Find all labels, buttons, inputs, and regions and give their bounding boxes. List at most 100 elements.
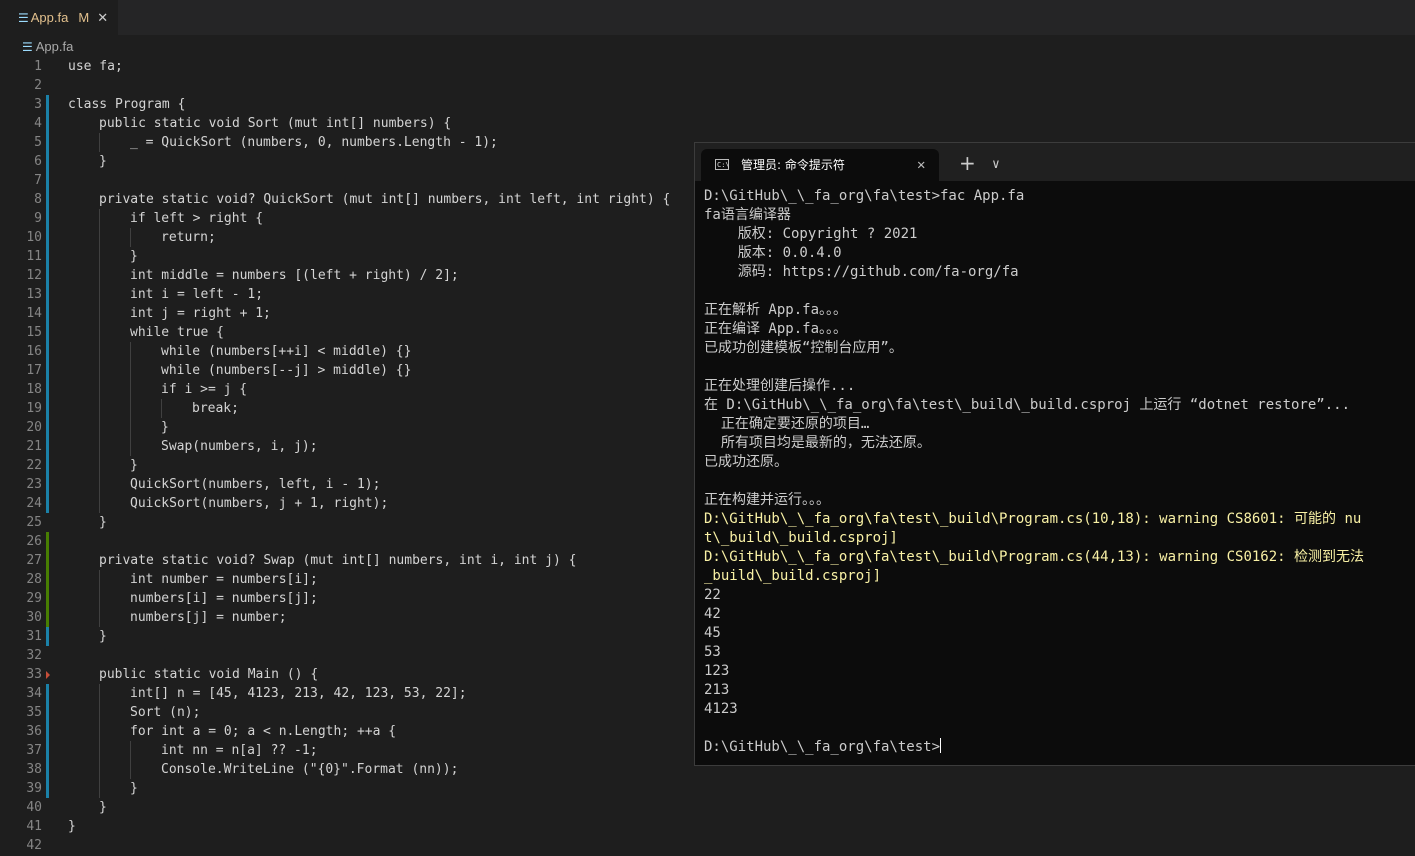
code-text: numbers[j] = number; [130, 610, 287, 625]
gutter-deleted-marker[interactable] [46, 671, 50, 679]
gutter-modified-marker[interactable] [46, 779, 49, 798]
code-line[interactable]: 2 [0, 76, 1415, 95]
line-number: 17 [26, 363, 42, 378]
indent-guide [99, 133, 100, 152]
gutter-modified-marker[interactable] [46, 380, 49, 399]
line-number: 24 [26, 496, 42, 511]
indent-guide [99, 209, 100, 228]
file-lines-icon: ☰ [22, 40, 33, 54]
code-text: Sort (n); [130, 705, 201, 720]
gutter-modified-marker[interactable] [46, 266, 49, 285]
terminal-window[interactable]: C:\ 管理员: 命令提示符 ✕ + ∨ D:\GitHub\_\_fa_org… [694, 142, 1415, 766]
line-number: 40 [26, 800, 42, 815]
terminal-warning-line: D:\GitHub\_\_fa_org\fa\test\_build\Progr… [704, 549, 1365, 565]
terminal-tab[interactable]: C:\ 管理员: 命令提示符 ✕ [701, 149, 939, 181]
code-text: while (numbers[++i] < middle) {} [161, 344, 412, 359]
gutter-modified-marker[interactable] [46, 152, 49, 171]
gutter-modified-marker[interactable] [46, 684, 49, 703]
gutter-added-marker[interactable] [46, 570, 49, 589]
code-text: int[] n = [45, 4123, 213, 42, 123, 53, 2… [130, 686, 467, 701]
gutter-modified-marker[interactable] [46, 627, 49, 646]
gutter-modified-marker[interactable] [46, 247, 49, 266]
gutter-modified-marker[interactable] [46, 114, 49, 133]
code-text: int j = right + 1; [130, 306, 271, 321]
line-number: 18 [26, 382, 42, 397]
gutter-modified-marker[interactable] [46, 760, 49, 779]
gutter-modified-marker[interactable] [46, 475, 49, 494]
indent-guide [130, 342, 131, 361]
code-text: if left > right { [130, 211, 264, 226]
gutter-modified-marker[interactable] [46, 285, 49, 304]
code-line[interactable]: 1 use fa; [0, 57, 1415, 76]
gutter-added-marker[interactable] [46, 551, 49, 570]
gutter-modified-marker[interactable] [46, 95, 49, 114]
code-line[interactable]: 40} [0, 798, 1415, 817]
line-number: 12 [26, 268, 42, 283]
indent-guide [99, 494, 100, 513]
terminal-line: 已成功还原。 [704, 454, 788, 470]
breadcrumb[interactable]: ☰ App.fa [22, 38, 73, 56]
gutter-modified-marker[interactable] [46, 399, 49, 418]
indent-guide [130, 760, 131, 779]
terminal-line: 正在构建并运行。。。 [704, 492, 830, 508]
gutter-added-marker[interactable] [46, 532, 49, 551]
gutter-modified-marker[interactable] [46, 190, 49, 209]
indent-guide [99, 589, 100, 608]
indent-guide [130, 437, 131, 456]
gutter-modified-marker[interactable] [46, 133, 49, 152]
gutter-modified-marker[interactable] [46, 437, 49, 456]
chevron-down-icon[interactable]: ∨ [992, 151, 1000, 179]
gutter-modified-marker[interactable] [46, 342, 49, 361]
code-text: int middle = numbers [(left + right) / 2… [130, 268, 459, 283]
gutter-modified-marker[interactable] [46, 418, 49, 437]
gutter-added-marker[interactable] [46, 608, 49, 627]
terminal-title-bar[interactable]: C:\ 管理员: 命令提示符 ✕ + ∨ [695, 143, 1415, 181]
indent-guide [99, 684, 100, 703]
terminal-line: 正在处理创建后操作... [704, 378, 856, 394]
code-text: int i = left - 1; [130, 287, 264, 302]
gutter-modified-marker[interactable] [46, 741, 49, 760]
indent-guide [130, 380, 131, 399]
close-icon[interactable]: ✕ [917, 149, 925, 181]
gutter-modified-marker[interactable] [46, 228, 49, 247]
code-line[interactable]: 39} [0, 779, 1415, 798]
gutter-modified-marker[interactable] [46, 304, 49, 323]
terminal-prompt-line[interactable]: D:\GitHub\_\_fa_org\fa\test> [704, 738, 1415, 757]
gutter-modified-marker[interactable] [46, 209, 49, 228]
code-text: while (numbers[--j] > middle) {} [161, 363, 412, 378]
code-line[interactable]: 4 public static void Sort (mut int[] numb… [0, 114, 1415, 133]
terminal-line: 所有项目均是最新的，无法还原。 [704, 435, 931, 451]
code-line[interactable]: 41} [0, 817, 1415, 836]
gutter-added-marker[interactable] [46, 589, 49, 608]
code-line[interactable]: 3 class Program { [0, 95, 1415, 114]
terminal-line: 正在确定要还原的项目… [704, 416, 870, 432]
close-icon[interactable]: ✕ [97, 10, 108, 26]
gutter-modified-marker[interactable] [46, 171, 49, 190]
terminal-output[interactable]: D:\GitHub\_\_fa_org\fa\test>fac App.fa fa… [704, 187, 1415, 757]
indent-guide [99, 399, 100, 418]
line-number: 4 [34, 116, 42, 131]
gutter-modified-marker[interactable] [46, 456, 49, 475]
text-cursor [940, 738, 942, 753]
indent-guide [99, 722, 100, 741]
code-text: } [99, 629, 107, 644]
tab-filename: App.fa [30, 10, 69, 25]
gutter-modified-marker[interactable] [46, 323, 49, 342]
new-tab-button[interactable]: + [959, 149, 976, 177]
indent-guide [99, 437, 100, 456]
terminal-line: 42 [704, 606, 721, 622]
indent-guide [99, 342, 100, 361]
line-number: 37 [26, 743, 42, 758]
breadcrumb-file[interactable]: App.fa [36, 39, 74, 54]
tab-modified-indicator: M [78, 10, 90, 25]
gutter-modified-marker[interactable] [46, 494, 49, 513]
editor-tab-app-fa[interactable]: ☰ App.fa M ✕ [0, 0, 118, 35]
gutter-modified-marker[interactable] [46, 722, 49, 741]
gutter-modified-marker[interactable] [46, 361, 49, 380]
line-number: 15 [26, 325, 42, 340]
terminal-line: 在 D:\GitHub\_\_fa_org\fa\test\_build\_bu… [704, 397, 1351, 413]
gutter-modified-marker[interactable] [46, 703, 49, 722]
code-line[interactable]: 42 [0, 836, 1415, 855]
line-number: 5 [34, 135, 42, 150]
